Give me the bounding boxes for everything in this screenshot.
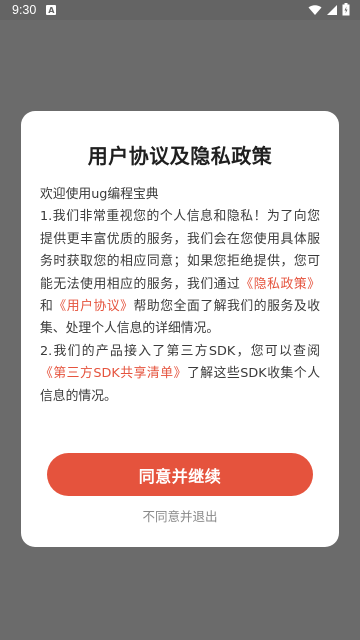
wifi-icon — [308, 4, 322, 16]
sdk-list-link[interactable]: 《第三方SDK共享清单》 — [40, 366, 187, 381]
paragraph-1-and: 和 — [40, 299, 54, 315]
paragraph-1: 1.我们非常重视您的个人信息和隐私！为了向您提供更丰富优质的服务，我们会在您使用… — [40, 206, 320, 340]
status-time: 9:30 — [12, 3, 37, 17]
status-icons — [308, 3, 350, 16]
welcome-text: 欢迎使用ug编程宝典 — [40, 187, 159, 202]
paragraph-2: 2.我们的产品接入了第三方SDK，您可以查阅《第三方SDK共享清单》了解这些SD… — [40, 341, 320, 408]
dialog-title: 用户协议及隐私政策 — [87, 144, 273, 168]
signal-icon — [326, 4, 338, 16]
agree-button[interactable]: 同意并继续 — [47, 453, 313, 496]
privacy-dialog: 用户协议及隐私政策 欢迎使用ug编程宝典 1.我们非常重视您的个人信息和隐私！为… — [21, 111, 339, 547]
paragraph-2-text-a: 2.我们的产品接入了第三方SDK，您可以查阅 — [40, 343, 320, 359]
privacy-policy-link[interactable]: 《隐私政策》 — [240, 277, 320, 292]
user-agreement-link[interactable]: 《用户协议》 — [53, 299, 133, 314]
disagree-button[interactable]: 不同意并退出 — [21, 506, 339, 525]
status-bar: 9:30 A — [0, 0, 360, 20]
battery-icon — [342, 3, 350, 16]
dialog-body: 欢迎使用ug编程宝典 1.我们非常重视您的个人信息和隐私！为了向您提供更丰富优质… — [40, 184, 320, 408]
notification-icon: A — [46, 5, 57, 15]
